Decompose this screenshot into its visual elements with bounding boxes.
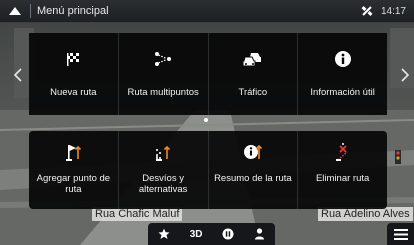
- page-dot-active: [204, 118, 208, 122]
- menu-item-multipoint-route[interactable]: Ruta multipuntos: [117, 33, 208, 115]
- menu-item-detours[interactable]: Desvíos y alternativas: [117, 131, 208, 209]
- hamburger-icon: [393, 228, 408, 240]
- menu-item-new-route[interactable]: Nueva ruta: [29, 33, 118, 115]
- page-dot: [212, 118, 216, 122]
- add-waypoint-icon: [66, 145, 82, 161]
- chevron-right-icon: [401, 68, 409, 82]
- menu-item-label: Eliminar ruta: [315, 173, 370, 184]
- menu-item-useful-info[interactable]: Información útil: [297, 33, 387, 115]
- traffic-cars-icon: [242, 53, 261, 67]
- status-bar: Menú principal 14:17: [0, 0, 414, 23]
- pause-icon: [222, 228, 234, 240]
- street-label: Rua Adelino Alves: [318, 207, 413, 221]
- menu-item-label: Agregar punto de ruta: [36, 173, 111, 195]
- menu-button[interactable]: [387, 223, 414, 245]
- favorites-button[interactable]: [158, 223, 170, 245]
- route-menu-panel: Agregar punto de ruta Desvíos y alternat…: [29, 131, 387, 209]
- view-mode-button[interactable]: 3D: [190, 223, 203, 245]
- multipoint-route-icon: [155, 52, 172, 66]
- gps-status: [359, 0, 375, 23]
- person-icon: [255, 228, 265, 240]
- star-icon: [158, 228, 170, 239]
- main-menu-panel: Nueva ruta Ruta multipuntos Tráfico Info…: [29, 33, 387, 115]
- satellite-icon: [361, 6, 373, 16]
- menu-item-traffic[interactable]: Tráfico: [207, 33, 298, 115]
- menu-item-label: Información útil: [310, 87, 375, 98]
- menu-item-add-waypoint[interactable]: Agregar punto de ruta: [29, 131, 118, 209]
- back-button[interactable]: [0, 0, 30, 23]
- menu-item-label: Tráfico: [238, 87, 268, 98]
- menu-item-label: Resumo de la ruta: [214, 173, 292, 184]
- info-icon: [334, 51, 351, 67]
- clock: 14:17: [380, 5, 406, 17]
- chevron-left-icon: [14, 68, 22, 82]
- header-divider: [30, 4, 31, 18]
- checkered-flag-icon: [67, 53, 80, 66]
- menu-item-delete-route[interactable]: Eliminar ruta: [297, 131, 387, 209]
- menu-item-label: Desvíos y alternativas: [138, 173, 188, 195]
- pause-button[interactable]: [222, 223, 234, 245]
- up-arrow-icon: [9, 7, 21, 15]
- person-button[interactable]: [254, 223, 265, 245]
- bottom-toolbar: 3D: [148, 223, 275, 245]
- page-title: Menú principal: [37, 5, 109, 17]
- page-indicator: [204, 118, 216, 122]
- menu-item-label: Nueva ruta: [50, 87, 97, 98]
- route-summary-icon: [243, 144, 262, 159]
- street-label: Rua Chafic Maluf: [92, 207, 183, 221]
- view-mode-label: 3D: [189, 228, 203, 240]
- menu-item-route-summary[interactable]: Resumo de la ruta: [207, 131, 298, 209]
- previous-page-button[interactable]: [9, 64, 27, 86]
- menu-item-label: Ruta multipuntos: [127, 87, 199, 98]
- detours-icon: [156, 145, 171, 161]
- delete-route-icon: [335, 143, 348, 161]
- next-page-button[interactable]: [396, 64, 414, 86]
